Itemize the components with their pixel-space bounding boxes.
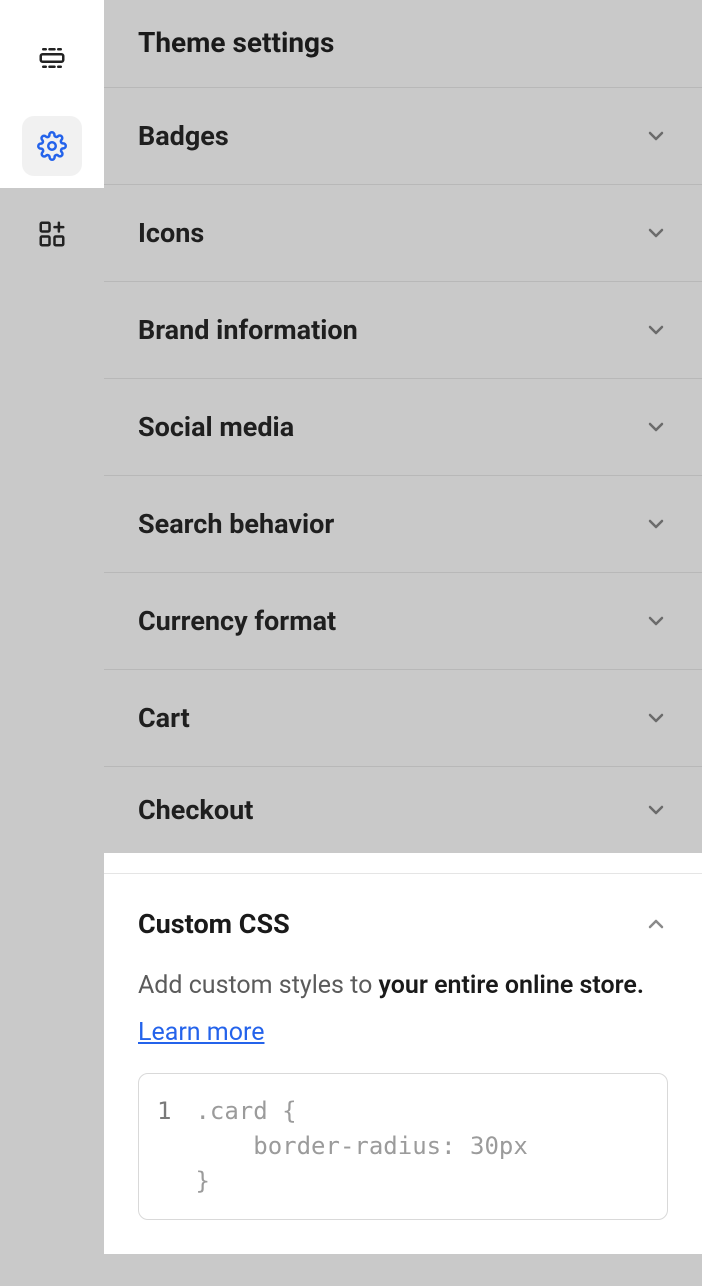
chevron-down-icon (644, 512, 668, 536)
code-content: .card { border-radius: 30px } (195, 1094, 527, 1198)
sidebar-settings-button[interactable] (22, 116, 82, 176)
desc-prefix: Add custom styles to (138, 971, 379, 1000)
panel-title: Theme settings (104, 0, 702, 87)
learn-more-link[interactable]: Learn more (138, 1018, 264, 1047)
section-cart[interactable]: Cart (104, 669, 702, 766)
section-label: Currency format (138, 605, 336, 637)
chevron-down-icon (644, 221, 668, 245)
custom-css-editor[interactable]: 1 .card { border-radius: 30px } (138, 1073, 668, 1219)
section-brand-information[interactable]: Brand information (104, 281, 702, 378)
gear-icon (37, 131, 67, 161)
section-custom-css: Custom CSS Add custom styles to your ent… (104, 873, 702, 1254)
sidebar-rail (0, 0, 104, 188)
sidebar-apps-button[interactable] (22, 204, 82, 264)
chevron-down-icon (644, 798, 668, 822)
sidebar-rail-lower (0, 188, 104, 264)
section-label: Custom CSS (138, 908, 290, 940)
section-social-media[interactable]: Social media (104, 378, 702, 475)
chevron-down-icon (644, 124, 668, 148)
section-currency-format[interactable]: Currency format (104, 572, 702, 669)
section-label: Search behavior (138, 508, 334, 540)
section-label: Cart (138, 702, 190, 734)
sidebar-sections-button[interactable] (22, 28, 82, 88)
chevron-up-icon (644, 912, 668, 936)
section-checkout[interactable]: Checkout (104, 766, 702, 853)
settings-panel: Theme settings Badges Icons Brand inform… (104, 0, 702, 1286)
section-label: Brand information (138, 314, 358, 346)
section-search-behavior[interactable]: Search behavior (104, 475, 702, 572)
section-label: Social media (138, 411, 294, 443)
chevron-down-icon (644, 706, 668, 730)
section-label: Icons (138, 217, 204, 249)
sections-icon (37, 43, 67, 73)
chevron-down-icon (644, 415, 668, 439)
custom-css-header[interactable]: Custom CSS (138, 908, 668, 940)
chevron-down-icon (644, 318, 668, 342)
apps-icon (37, 219, 67, 249)
line-number: 1 (157, 1094, 171, 1198)
section-label: Badges (138, 120, 229, 152)
section-label: Checkout (138, 794, 253, 826)
custom-css-description: Add custom styles to your entire online … (138, 968, 668, 1004)
chevron-down-icon (644, 609, 668, 633)
section-badges[interactable]: Badges (104, 87, 702, 184)
section-icons[interactable]: Icons (104, 184, 702, 281)
desc-bold: your entire online store. (379, 971, 644, 1000)
